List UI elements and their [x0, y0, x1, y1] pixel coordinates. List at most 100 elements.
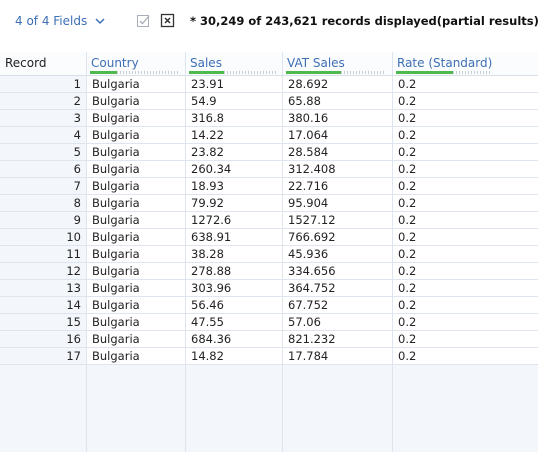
sales-cell[interactable]: 303.96: [186, 280, 282, 296]
vat-sales-cell[interactable]: 312.408: [283, 161, 392, 177]
country-cell[interactable]: Bulgaria: [87, 246, 185, 262]
rate-standard-cell[interactable]: 0.2: [393, 297, 538, 313]
sales-cell[interactable]: 79.92: [186, 195, 282, 211]
country-cell[interactable]: Bulgaria: [87, 110, 185, 126]
vat-sales-cell[interactable]: 57.06: [283, 314, 392, 330]
rate-standard-cell[interactable]: 0.2: [393, 110, 538, 126]
vat-sales-cell[interactable]: 95.904: [283, 195, 392, 211]
column-header-label: Sales: [190, 56, 222, 70]
sales-cell[interactable]: 38.28: [186, 246, 282, 262]
sales-cell[interactable]: 54.9: [186, 93, 282, 109]
country-cell[interactable]: Bulgaria: [87, 314, 185, 330]
table-row[interactable]: 9 Bulgaria 1272.6 1527.12 0.2: [0, 212, 538, 229]
rate-standard-cell[interactable]: 0.2: [393, 195, 538, 211]
table-row[interactable]: 15 Bulgaria 47.55 57.06 0.2: [0, 314, 538, 331]
table-row[interactable]: 12 Bulgaria 278.88 334.656 0.2: [0, 263, 538, 280]
vat-sales-cell[interactable]: 17.784: [283, 348, 392, 364]
rate-standard-cell[interactable]: 0.2: [393, 348, 538, 364]
rate-standard-cell[interactable]: 0.2: [393, 144, 538, 160]
sales-cell[interactable]: 638.91: [186, 229, 282, 245]
country-cell[interactable]: Bulgaria: [87, 297, 185, 313]
column-divider: [282, 52, 283, 452]
table-row[interactable]: 10 Bulgaria 638.91 766.692 0.2: [0, 229, 538, 246]
rate-standard-cell[interactable]: 0.2: [393, 178, 538, 194]
country-cell[interactable]: Bulgaria: [87, 348, 185, 364]
sales-cell[interactable]: 23.91: [186, 76, 282, 92]
table-row[interactable]: 7 Bulgaria 18.93 22.716 0.2: [0, 178, 538, 195]
vat-sales-cell[interactable]: 364.752: [283, 280, 392, 296]
country-cell[interactable]: Bulgaria: [87, 93, 185, 109]
country-cell[interactable]: Bulgaria: [87, 195, 185, 211]
sales-cell[interactable]: 18.93: [186, 178, 282, 194]
sales-cell[interactable]: 56.46: [186, 297, 282, 313]
rate-standard-cell[interactable]: 0.2: [393, 127, 538, 143]
sales-cell[interactable]: 23.82: [186, 144, 282, 160]
sales-cell[interactable]: 14.82: [186, 348, 282, 364]
table-row[interactable]: 1 Bulgaria 23.91 28.692 0.2: [0, 76, 538, 93]
vat-sales-cell[interactable]: 65.88: [283, 93, 392, 109]
country-cell[interactable]: Bulgaria: [87, 229, 185, 245]
vat-sales-cell[interactable]: 821.232: [283, 331, 392, 347]
vat-sales-cell[interactable]: 17.064: [283, 127, 392, 143]
sales-cell[interactable]: 260.34: [186, 161, 282, 177]
table-row[interactable]: 4 Bulgaria 14.22 17.064 0.2: [0, 127, 538, 144]
table-row[interactable]: 2 Bulgaria 54.9 65.88 0.2: [0, 93, 538, 110]
column-divider: [86, 52, 87, 452]
record-number-cell: 17: [66, 349, 81, 363]
vat-sales-cell[interactable]: 334.656: [283, 263, 392, 279]
sales-cell[interactable]: 684.36: [186, 331, 282, 347]
country-cell[interactable]: Bulgaria: [87, 280, 185, 296]
vat-sales-cell[interactable]: 1527.12: [283, 212, 392, 228]
vat-sales-cell[interactable]: 28.584: [283, 144, 392, 160]
rate-standard-cell[interactable]: 0.2: [393, 246, 538, 262]
close-box-icon[interactable]: [160, 13, 175, 28]
table-row[interactable]: 6 Bulgaria 260.34 312.408 0.2: [0, 161, 538, 178]
sales-cell[interactable]: 316.8: [186, 110, 282, 126]
vat-sales-cell[interactable]: 22.716: [283, 178, 392, 194]
results-grid[interactable]: Record Country Sales VAT Sales Rate (Sta…: [0, 52, 538, 452]
table-row[interactable]: 16 Bulgaria 684.36 821.232 0.2: [0, 331, 538, 348]
checkbox-check-icon[interactable]: [136, 13, 151, 28]
table-row[interactable]: 17 Bulgaria 14.82 17.784 0.2: [0, 348, 538, 365]
table-row[interactable]: 3 Bulgaria 316.8 380.16 0.2: [0, 110, 538, 127]
country-cell[interactable]: Bulgaria: [87, 263, 185, 279]
column-header-sales[interactable]: Sales: [185, 52, 282, 76]
column-header-record[interactable]: Record: [0, 52, 86, 76]
country-cell[interactable]: Bulgaria: [87, 331, 185, 347]
sales-cell[interactable]: 14.22: [186, 127, 282, 143]
rate-standard-cell[interactable]: 0.2: [393, 314, 538, 330]
table-row[interactable]: 5 Bulgaria 23.82 28.584 0.2: [0, 144, 538, 161]
data-quality-bar: [286, 71, 386, 74]
rate-standard-cell[interactable]: 0.2: [393, 229, 538, 245]
vat-sales-cell[interactable]: 380.16: [283, 110, 392, 126]
column-header-vat-sales[interactable]: VAT Sales: [282, 52, 392, 76]
sales-cell[interactable]: 1272.6: [186, 212, 282, 228]
vat-sales-cell[interactable]: 67.752: [283, 297, 392, 313]
country-cell[interactable]: Bulgaria: [87, 127, 185, 143]
country-cell[interactable]: Bulgaria: [87, 212, 185, 228]
rate-standard-cell[interactable]: 0.2: [393, 263, 538, 279]
record-number-cell: 5: [73, 145, 81, 159]
country-cell[interactable]: Bulgaria: [87, 76, 185, 92]
country-cell[interactable]: Bulgaria: [87, 144, 185, 160]
rate-standard-cell[interactable]: 0.2: [393, 280, 538, 296]
vat-sales-cell[interactable]: 45.936: [283, 246, 392, 262]
table-row[interactable]: 14 Bulgaria 56.46 67.752 0.2: [0, 297, 538, 314]
country-cell[interactable]: Bulgaria: [87, 178, 185, 194]
rate-standard-cell[interactable]: 0.2: [393, 76, 538, 92]
table-row[interactable]: 11 Bulgaria 38.28 45.936 0.2: [0, 246, 538, 263]
vat-sales-cell[interactable]: 766.692: [283, 229, 392, 245]
vat-sales-cell[interactable]: 28.692: [283, 76, 392, 92]
rate-standard-cell[interactable]: 0.2: [393, 161, 538, 177]
column-header-country[interactable]: Country: [86, 52, 185, 76]
sales-cell[interactable]: 278.88: [186, 263, 282, 279]
column-header-rate-standard[interactable]: Rate (Standard): [392, 52, 538, 76]
rate-standard-cell[interactable]: 0.2: [393, 93, 538, 109]
fields-dropdown[interactable]: 4 of 4 Fields: [15, 12, 106, 30]
rate-standard-cell[interactable]: 0.2: [393, 331, 538, 347]
country-cell[interactable]: Bulgaria: [87, 161, 185, 177]
table-row[interactable]: 13 Bulgaria 303.96 364.752 0.2: [0, 280, 538, 297]
rate-standard-cell[interactable]: 0.2: [393, 212, 538, 228]
table-row[interactable]: 8 Bulgaria 79.92 95.904 0.2: [0, 195, 538, 212]
sales-cell[interactable]: 47.55: [186, 314, 282, 330]
